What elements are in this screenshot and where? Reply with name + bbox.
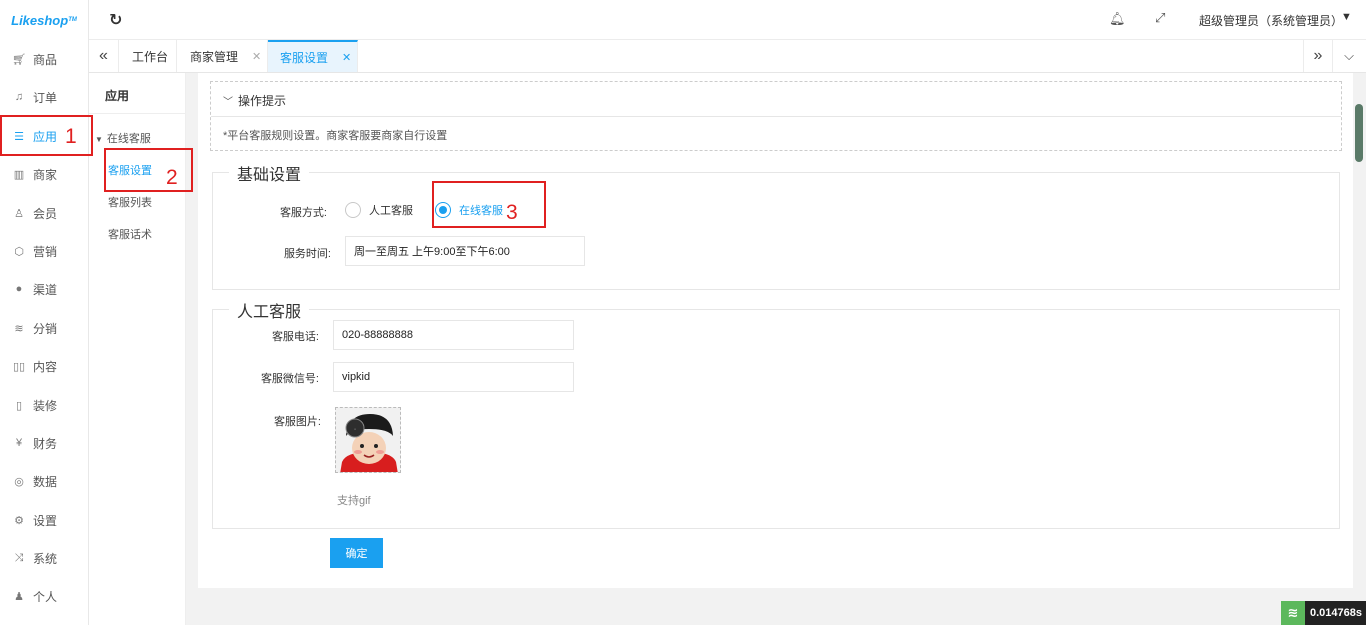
service-wechat-input[interactable]: vipkid [333, 362, 574, 392]
tab-close-icon[interactable]: ✕ [252, 50, 261, 63]
nav-item-members[interactable]: ♙ 会员 [0, 194, 89, 232]
nav-item-decoration[interactable]: ▯ 装修 [0, 386, 89, 424]
tabs-scroll-left-icon[interactable]: « [89, 40, 119, 72]
chevron-down-icon: ﹀ [223, 97, 233, 108]
svg-text:·: · [354, 426, 356, 433]
service-phone-input[interactable]: 020-88888888 [333, 320, 574, 350]
service-time-label: 服务时间: [283, 248, 331, 260]
service-image-upload[interactable]: · [335, 407, 401, 473]
nav-item-finance[interactable]: ¥ 财务 [0, 424, 89, 462]
tab-bar: « 工作台 商家管理 ✕ 客服设置 ✕ » ⌵ [89, 40, 1366, 73]
nav-item-orders[interactable]: ♫ 订单 [0, 78, 89, 116]
nav-item-channels[interactable]: ● 渠道 [0, 270, 89, 308]
nav-item-merchants[interactable]: ▥ 商家 [0, 155, 89, 193]
perf-logo-icon: ≋ [1281, 601, 1305, 625]
user-icon: ♙ [14, 207, 24, 220]
annotation-number-2: 2 [166, 166, 178, 189]
nav-item-marketing[interactable]: ⬡ 营销 [0, 232, 89, 270]
logo: Likeshop TM [11, 12, 77, 28]
sub-menu-item-service-scripts[interactable]: 客服话术 [108, 226, 152, 242]
nav-item-content[interactable]: ▯▯ 内容 [0, 347, 89, 385]
service-time-input[interactable]: 周一至周五 上午9:00至下午6:00 [345, 236, 585, 266]
triangle-down-icon: ▼ [95, 135, 103, 144]
main-panel: ﹀ 操作提示 *平台客服规则设置。商家客服要商家自行设置 基础设置 客服方式: 人… [198, 73, 1353, 588]
tips-text: *平台客服规则设置。商家客服要商家自行设置 [223, 130, 448, 142]
service-image-label: 客服图片: [273, 416, 321, 428]
left-nav: Likeshop TM 🛒︎ 商品 ♫ 订单 ☰ 应用 ▥ 商家 ♙ 会员 ⬡ 营销 ● 渠道 … [0, 0, 89, 625]
annotation-box-2 [104, 148, 193, 192]
meme-avatar-image: · [336, 408, 400, 472]
app-root: Likeshop TM 🛒︎ 商品 ♫ 订单 ☰ 应用 ▥ 商家 ♙ 会员 ⬡ 营销 ● 渠道 … [0, 0, 1366, 625]
radio-manual-service[interactable]: 人工客服 [345, 202, 413, 218]
nav-item-settings[interactable]: ⚙ 设置 [0, 501, 89, 539]
book-icon: ▯▯ [12, 360, 26, 373]
annotation-box-1 [0, 115, 93, 156]
perf-time: 0.014768s [1305, 601, 1366, 625]
caret-down-icon[interactable]: ▼ [1341, 11, 1352, 23]
bell-icon: ♫ [14, 91, 24, 103]
tips-toggle[interactable]: ﹀ 操作提示 [223, 92, 286, 109]
image-format-hint: 支持gif [337, 495, 371, 507]
globe-icon: ● [15, 283, 23, 295]
tab-workbench[interactable]: 工作台 [119, 40, 177, 72]
user-menu[interactable]: 超级管理员（系统管理员） [1199, 12, 1343, 29]
shop-icon: ▥ [13, 168, 25, 181]
nav-item-goods[interactable]: 🛒︎ 商品 [0, 40, 89, 78]
annotation-box-3 [432, 181, 546, 228]
nav-item-system[interactable]: ⤨ 系统 [0, 539, 89, 577]
tab-customer-service-settings[interactable]: 客服设置 ✕ [268, 40, 358, 72]
tablet-icon: ▯ [15, 399, 23, 412]
tabs-scroll-right-icon[interactable]: » [1303, 40, 1333, 72]
top-bar: ↻ 🔔︎ ⤢ 超级管理员（系统管理员） ▼ [89, 0, 1366, 40]
service-phone-label: 客服电话: [271, 331, 319, 343]
scrollbar-thumb[interactable] [1355, 104, 1363, 162]
person-icon: ♟ [14, 590, 24, 603]
fullscreen-icon[interactable]: ⤢ [1155, 10, 1165, 26]
operation-tips: ﹀ 操作提示 *平台客服规则设置。商家客服要商家自行设置 [210, 81, 1342, 151]
service-mode-label: 客服方式: [279, 207, 327, 219]
confirm-button[interactable]: 确定 [330, 538, 383, 568]
basic-settings-section: 基础设置 客服方式: 人工客服 在线客服 服务时间: 周一至周五 上午9:00至… [212, 161, 1340, 290]
divider [211, 116, 1341, 117]
sub-menu-group-online-service[interactable]: ▼ 在线客服 [95, 130, 151, 146]
nav-item-personal[interactable]: ♟ 个人 [0, 577, 89, 615]
gear-icon: ⚙ [14, 514, 24, 527]
radio-circle [345, 202, 361, 218]
tab-merchant-management[interactable]: 商家管理 ✕ [177, 40, 268, 72]
layers-icon: ≋ [14, 322, 24, 335]
debug-perf-badge: ≋ 0.014768s [1281, 601, 1366, 625]
chart-icon: ◎ [14, 475, 24, 488]
tabs-dropdown-icon[interactable]: ⌵ [1334, 40, 1364, 72]
service-wechat-label: 客服微信号: [260, 373, 319, 385]
section-legend: 基础设置 [229, 161, 310, 185]
annotation-number-1: 1 [65, 125, 77, 148]
sub-menu-title: 应用 [105, 89, 130, 103]
refresh-icon[interactable]: ↻ [109, 10, 122, 30]
cart-icon: 🛒︎ [12, 53, 26, 66]
manual-service-section: 人工客服 客服电话: 020-88888888 客服微信号: vipkid 客服… [212, 298, 1340, 529]
cube-icon: ⬡ [14, 245, 24, 258]
annotation-number-3: 3 [506, 201, 518, 224]
nav-item-data[interactable]: ◎ 数据 [0, 462, 89, 500]
shuffle-icon: ⤨ [14, 551, 24, 564]
section-legend: 人工客服 [229, 298, 310, 322]
divider [89, 113, 186, 114]
tab-close-icon[interactable]: ✕ [342, 51, 351, 64]
sub-menu-item-service-list[interactable]: 客服列表 [108, 194, 152, 210]
nav-item-distribution[interactable]: ≋ 分销 [0, 309, 89, 347]
yen-icon: ¥ [15, 437, 23, 449]
notification-bell-icon[interactable]: 🔔︎ [1109, 11, 1126, 27]
